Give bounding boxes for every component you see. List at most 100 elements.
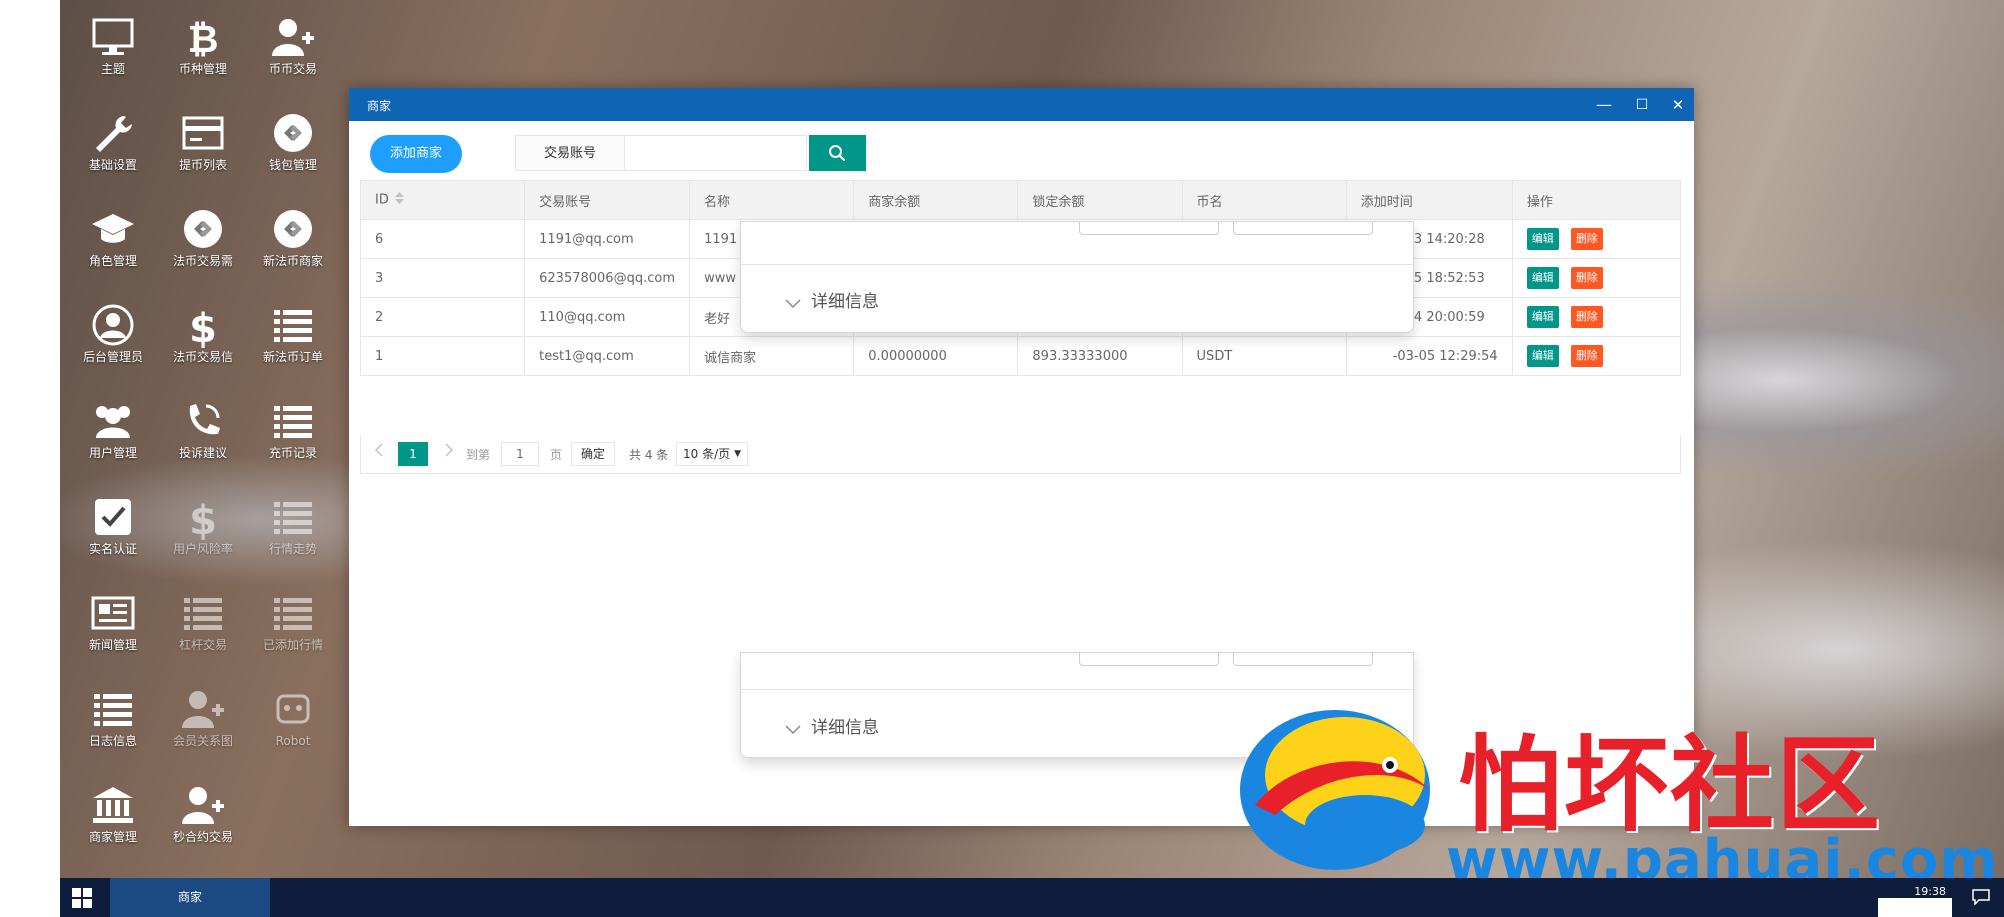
maximize-button[interactable]: ☐: [1627, 93, 1657, 117]
monitor-icon: [68, 14, 158, 62]
desktop-icon-label: 日志信息: [88, 734, 137, 748]
desktop-icon-label: 商家管理: [88, 830, 137, 844]
desktop-icon[interactable]: 商家管理: [68, 768, 158, 854]
desktop-icon[interactable]: 秒合约交易: [158, 768, 248, 854]
search-account-label: 交易账号: [515, 135, 625, 171]
edit-button[interactable]: 编辑: [1526, 345, 1559, 367]
delete-button[interactable]: 删除: [1570, 267, 1603, 289]
desktop-icon[interactable]: 会员关系图: [158, 672, 248, 758]
taskbar-clock[interactable]: 19:38: [1914, 885, 1946, 898]
desktop-icon[interactable]: 日志信息: [68, 672, 158, 758]
desktop-icon-label: 用户风险率: [172, 542, 233, 556]
cell-name: 诚信商家: [689, 336, 855, 376]
prev-page-icon[interactable]: [374, 443, 383, 460]
column-header-name: 名称: [689, 180, 855, 220]
desktop-icon[interactable]: 主题: [68, 0, 158, 86]
list-icon: [158, 590, 248, 638]
svg-text:$: $: [189, 306, 217, 348]
desktop-icon[interactable]: 后台管理员: [68, 288, 158, 374]
column-header-id[interactable]: ID: [359, 180, 526, 220]
detail-panel-top: 详细信息: [740, 221, 1414, 333]
desktop-icon[interactable]: 钱包管理: [248, 96, 338, 182]
dollar-icon: $: [158, 494, 248, 544]
desktop-icon[interactable]: $ 用户风险率: [158, 480, 248, 566]
detail-field-left[interactable]: [1079, 653, 1219, 666]
svg-text:$: $: [189, 498, 217, 540]
close-button[interactable]: ✕: [1663, 93, 1693, 117]
desktop-icon[interactable]: 投诉建议: [158, 384, 248, 470]
edit-button[interactable]: 编辑: [1526, 228, 1559, 250]
desktop-icon-label: 用户管理: [88, 446, 137, 460]
desktop-icon-label: 提币列表: [178, 158, 227, 172]
window-titlebar[interactable]: 商家 — ☐ ✕: [349, 88, 1694, 121]
minimize-button[interactable]: —: [1589, 93, 1619, 117]
desktop-icon[interactable]: $ 法币交易信: [158, 288, 248, 374]
desktop-icon[interactable]: 提币列表: [158, 96, 248, 182]
windows-start-icon[interactable]: [72, 888, 92, 908]
desktop-icon[interactable]: 杠杆交易: [158, 576, 248, 662]
next-page-icon[interactable]: [445, 443, 454, 460]
detail-field-right[interactable]: [1233, 222, 1373, 235]
desktop-icon[interactable]: Robot: [248, 672, 338, 758]
cell-actions: 编辑 删除: [1511, 336, 1682, 376]
list-icon: [248, 590, 338, 638]
cell-locked: 893.33333000: [1017, 336, 1183, 376]
desktop-icon-label: 充币记录: [268, 446, 317, 460]
cell-account: test1@qq.com: [524, 336, 691, 376]
table-row: 1 test1@qq.com 诚信商家 0.00000000 893.33333000 U…: [359, 336, 1682, 376]
desktop-icon[interactable]: 币币交易: [248, 0, 338, 86]
desktop-icon[interactable]: 已添加行情: [248, 576, 338, 662]
desktop-icon[interactable]: 充币记录: [248, 384, 338, 470]
message-icon[interactable]: [1972, 889, 1990, 909]
goto-confirm-button[interactable]: 确定: [571, 442, 615, 466]
desktop-icon-label: 投诉建议: [178, 446, 227, 460]
bitcoin-icon: ₿: [158, 14, 248, 62]
desktop-icon[interactable]: 新闻管理: [68, 576, 158, 662]
desktop-icon[interactable]: 实名认证: [68, 480, 158, 566]
delete-button[interactable]: 删除: [1570, 306, 1603, 328]
desktop-icon[interactable]: ₿ 币种管理: [158, 0, 248, 86]
exchange-circle-icon: [158, 206, 248, 254]
column-header-locked: 锁定余额: [1017, 180, 1183, 220]
window-title: 商家: [367, 99, 392, 113]
page-size-select[interactable]: 10 条/页 ▼: [676, 442, 748, 466]
goto-page-input[interactable]: 1: [501, 442, 539, 466]
delete-button[interactable]: 删除: [1570, 345, 1603, 367]
desktop-icon-label: 法币交易信: [172, 350, 233, 364]
detail-info-toggle[interactable]: 详细信息: [785, 287, 879, 312]
dollar-icon: $: [158, 302, 248, 352]
desktop-icon[interactable]: 基础设置: [68, 96, 158, 182]
detail-field-right[interactable]: [1233, 653, 1373, 666]
desktop-icon[interactable]: 新法币商家: [248, 192, 338, 278]
bank-icon: [68, 782, 158, 830]
desktop-icon[interactable]: 用户管理: [68, 384, 158, 470]
cell-account: 1191@qq.com: [524, 219, 691, 259]
desktop-icon[interactable]: 新法币订单: [248, 288, 338, 374]
cell-time: -03-05 12:29:54: [1345, 336, 1513, 376]
list-icon: [248, 494, 338, 542]
detail-info-toggle[interactable]: 详细信息: [785, 713, 879, 738]
current-page[interactable]: 1: [398, 442, 428, 466]
users-icon: [68, 398, 158, 446]
dropdown-arrow-icon: ▼: [734, 449, 741, 459]
desktop-icon[interactable]: 行情走势: [248, 480, 338, 566]
cell-actions: 编辑 删除: [1511, 297, 1682, 337]
newspaper-icon: [68, 590, 158, 638]
desktop-icon[interactable]: 法币交易需: [158, 192, 248, 278]
checkbox-icon: [68, 494, 158, 542]
search-button[interactable]: [809, 135, 866, 171]
detail-field-left[interactable]: [1079, 222, 1219, 235]
taskbar-item-merchant[interactable]: 商家: [110, 878, 270, 917]
search-account-input[interactable]: [624, 135, 807, 171]
edit-button[interactable]: 编辑: [1526, 267, 1559, 289]
list-icon: [68, 686, 158, 734]
exchange-circle-icon: [248, 110, 338, 158]
user-plus-icon: [248, 14, 338, 62]
list-icon: [248, 302, 338, 350]
sort-icon[interactable]: [394, 192, 404, 208]
detail-divider: [741, 264, 1413, 265]
delete-button[interactable]: 删除: [1570, 228, 1603, 250]
edit-button[interactable]: 编辑: [1526, 306, 1559, 328]
add-merchant-button[interactable]: 添加商家: [370, 135, 462, 173]
desktop-icon[interactable]: 角色管理: [68, 192, 158, 278]
